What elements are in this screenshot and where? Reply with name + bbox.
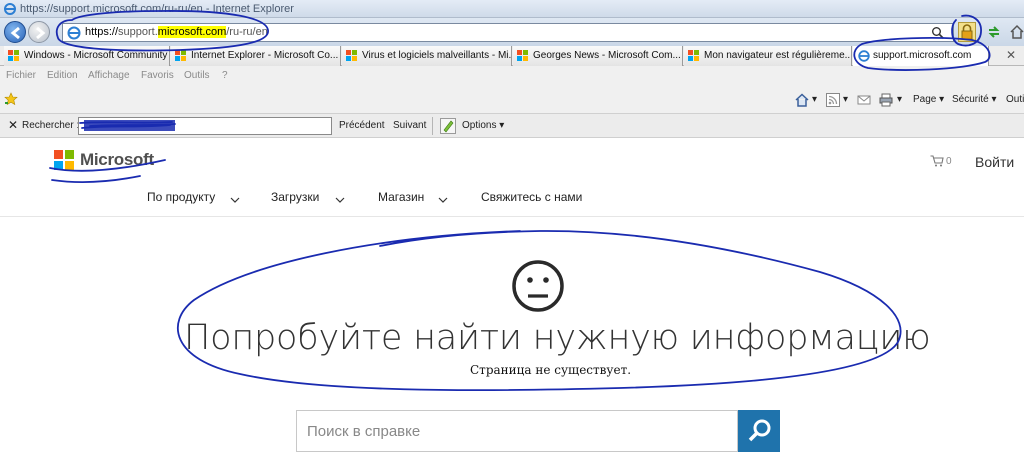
mail-icon[interactable] (857, 93, 871, 107)
address-search-icon[interactable] (931, 26, 945, 40)
help-search-button[interactable] (738, 410, 780, 452)
window-title: https://support.microsoft.com/ru-ru/en -… (20, 3, 294, 15)
print-dropdown-arrow[interactable]: ▾ (897, 94, 902, 105)
page-menu[interactable]: Page ▾ (913, 94, 944, 105)
chevron-down-icon[interactable] (438, 196, 448, 204)
microsoft-logo-icon[interactable] (54, 150, 74, 170)
back-button[interactable] (4, 21, 26, 43)
chevron-down-icon[interactable] (230, 196, 240, 204)
tab-label: support.microsoft.com (873, 50, 972, 61)
tab-label: Mon navigateur est régulièreme... (704, 50, 852, 61)
forward-arrow-icon (36, 26, 46, 40)
close-tab-button[interactable]: ✕ (1004, 47, 1018, 63)
security-menu[interactable]: Sécurité ▾ (952, 94, 997, 105)
menu-fichier[interactable]: Fichier (6, 70, 36, 81)
nav-store[interactable]: Магазин (378, 190, 424, 204)
menu-outils[interactable]: Outils (184, 70, 210, 81)
page-headline: Попробуйте найти нужную информацию (184, 318, 931, 358)
print-icon[interactable] (879, 93, 893, 107)
security-lock-button[interactable] (958, 22, 976, 42)
tab-label: Georges News - Microsoft Com... (533, 50, 681, 61)
internet-explorer-icon (4, 3, 16, 15)
menu-favoris[interactable]: Favoris (141, 70, 174, 81)
nav-by-product[interactable]: По продукту (147, 190, 215, 204)
find-next-button[interactable]: Suivant (393, 120, 426, 131)
tab-navigateur[interactable]: Mon navigateur est régulièreme... (684, 46, 852, 66)
find-label: Rechercher : (22, 120, 80, 131)
sign-in-link[interactable]: Войти (975, 154, 1014, 170)
find-bar: ✕ Rechercher : Précédent Suivant Options… (0, 114, 1024, 138)
microsoft-logo-icon (175, 50, 187, 62)
address-url[interactable]: https://support.microsoft.com/ru-ru/en (85, 26, 268, 38)
home-icon[interactable] (795, 93, 809, 107)
tab-windows-community[interactable]: Windows - Microsoft Community (4, 46, 170, 66)
tab-support-active[interactable]: support.microsoft.com (853, 46, 989, 66)
window-titlebar: https://support.microsoft.com/ru-ru/en -… (0, 0, 1024, 18)
address-toolbar: https://support.microsoft.com/ru-ru/en (0, 18, 1024, 46)
back-arrow-icon (10, 26, 20, 40)
nav-downloads[interactable]: Загрузки (271, 190, 319, 204)
home-dropdown-arrow[interactable]: ▾ (812, 94, 817, 105)
tab-strip: Windows - Microsoft Community Internet E… (0, 46, 1024, 66)
address-bar[interactable]: https://support.microsoft.com/ru-ru/en (62, 23, 954, 42)
menu-edition[interactable]: Edition (47, 70, 78, 81)
cart-count: 0 (946, 156, 952, 167)
home-icon[interactable] (1010, 24, 1024, 40)
microsoft-logo-icon (8, 50, 20, 62)
internet-explorer-icon (67, 26, 81, 40)
command-bar: ▾ ▾ ▾ Page ▾ Sécurité ▾ Outi (0, 86, 1024, 114)
sad-face-icon (512, 260, 564, 312)
nav-contact-us[interactable]: Свяжитесь с нами (481, 190, 582, 204)
favorites-star-icon[interactable] (4, 92, 18, 106)
help-search-box (296, 410, 738, 452)
find-separator (432, 117, 433, 135)
tab-label: Virus et logiciels malveillants - Mi... (362, 50, 512, 61)
forward-button[interactable] (28, 21, 50, 43)
feeds-dropdown-arrow[interactable]: ▾ (843, 94, 848, 105)
refresh-icon[interactable] (986, 24, 1002, 40)
tools-menu[interactable]: Outi (1006, 94, 1024, 105)
tab-georges-news[interactable]: Georges News - Microsoft Com... (513, 46, 683, 66)
chevron-down-icon[interactable] (335, 196, 345, 204)
microsoft-logo-icon (688, 50, 700, 62)
highlight-pen-icon[interactable] (440, 118, 456, 134)
help-search-input[interactable] (297, 411, 737, 451)
close-find-bar-button[interactable]: ✕ (8, 118, 18, 132)
internet-explorer-icon (858, 50, 870, 62)
menu-bar: Fichier Edition Affichage Favoris Outils… (0, 66, 1024, 86)
find-previous-button[interactable]: Précédent (339, 120, 385, 131)
rss-feed-icon[interactable] (826, 93, 840, 107)
lock-icon (961, 24, 973, 40)
menu-affichage[interactable]: Affichage (88, 70, 130, 81)
shopping-cart-icon[interactable] (930, 155, 944, 167)
tab-internet-explorer[interactable]: Internet Explorer - Microsoft Co... (171, 46, 341, 66)
microsoft-brand-link[interactable]: Microsoft (80, 150, 154, 170)
microsoft-logo-icon (346, 50, 358, 62)
web-page: Microsoft 0 Войти По продукту Загрузки М… (0, 138, 1024, 461)
magnifier-icon (748, 419, 771, 442)
tab-label: Internet Explorer - Microsoft Co... (191, 50, 339, 61)
find-input[interactable] (78, 117, 332, 135)
microsoft-logo-icon (517, 50, 529, 62)
find-options-button[interactable]: Options ▾ (462, 120, 504, 131)
menu-help[interactable]: ? (222, 70, 228, 81)
tab-label: Windows - Microsoft Community (24, 50, 168, 61)
tab-virus[interactable]: Virus et logiciels malveillants - Mi... (342, 46, 512, 66)
page-subtitle: Страница не существует. (470, 363, 632, 377)
header-divider (0, 216, 1024, 217)
